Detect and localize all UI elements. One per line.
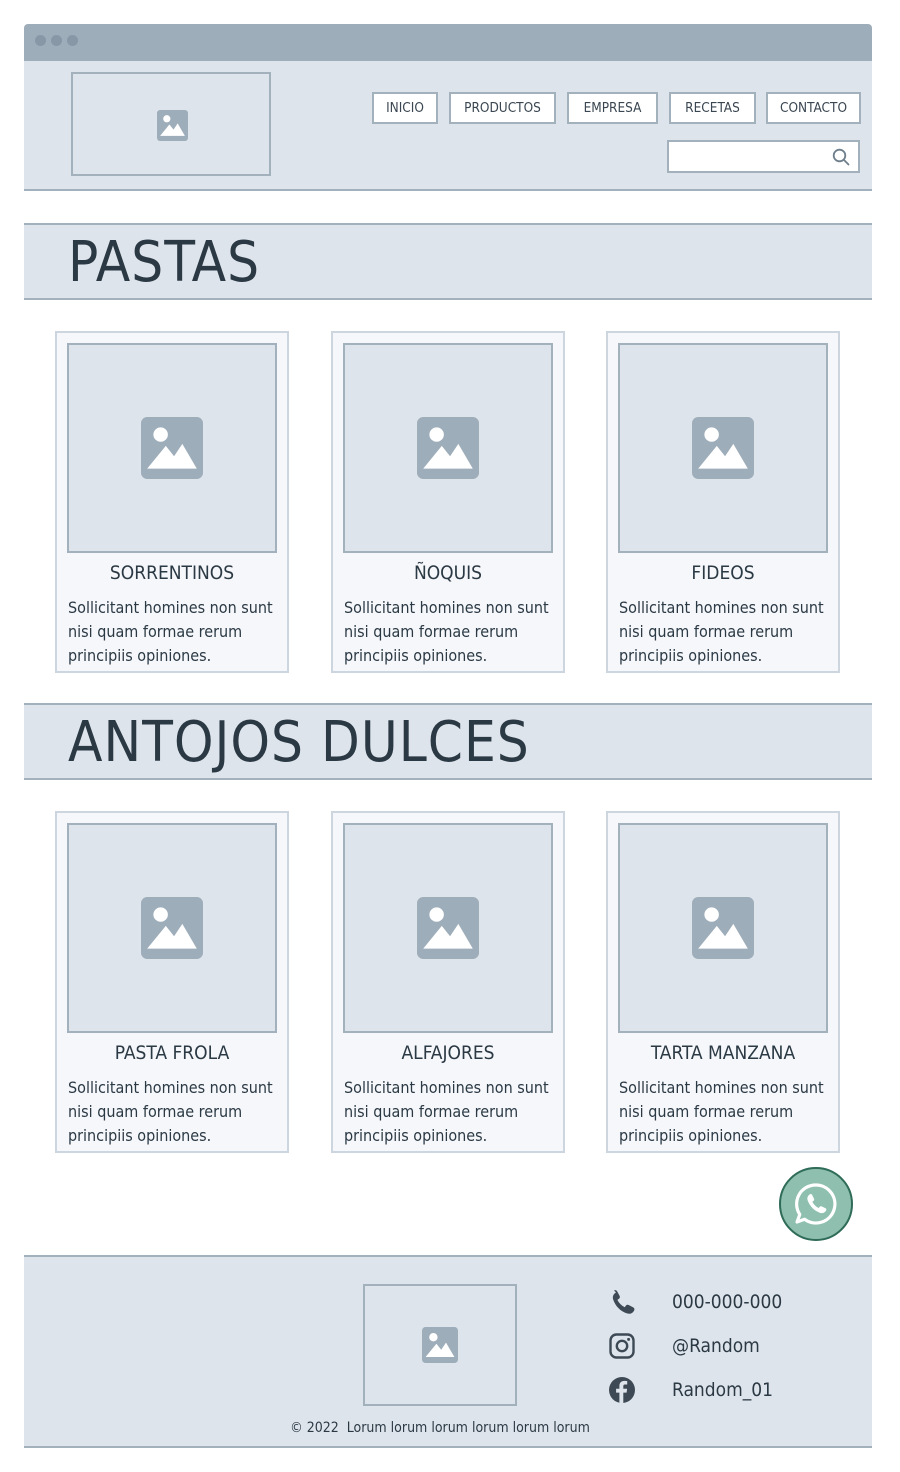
image-placeholder-icon (157, 110, 188, 141)
product-image (67, 343, 277, 553)
browser-window: INICIO PRODUCTOS EMPRESA RECETAS CONTACT… (24, 24, 872, 1448)
product-description: Sollicitant homines non sunt nisi quam f… (619, 598, 824, 665)
product-title: TARTA MANZANA (650, 1042, 796, 1064)
image-placeholder-icon (417, 417, 479, 479)
product-card[interactable]: ÑOQUIS Sollicitant homines non sunt nisi… (331, 331, 565, 673)
search-icon[interactable] (832, 148, 850, 166)
site-footer: 000-000-000 @Random Random_01 © 2022 Lor… (24, 1255, 872, 1448)
image-placeholder-icon (141, 417, 203, 479)
footer-logo[interactable] (363, 1284, 517, 1406)
product-description: Sollicitant homines non sunt nisi quam f… (344, 1078, 549, 1145)
section-header-antojos-dulces: ANTOJOS DULCES (24, 703, 872, 780)
whatsapp-icon (795, 1183, 837, 1225)
product-description: Sollicitant homines non sunt nisi quam f… (344, 598, 549, 665)
product-image (618, 823, 828, 1033)
product-title: SORRENTINOS (109, 562, 235, 584)
product-card[interactable]: PASTA FROLA Sollicitant homines non sunt… (55, 811, 289, 1153)
nav-inicio[interactable]: INICIO (372, 92, 438, 124)
image-placeholder-icon (422, 1327, 458, 1363)
instagram-handle[interactable]: @Random (672, 1335, 760, 1357)
phone-number[interactable]: 000-000-000 (672, 1291, 782, 1313)
product-card[interactable]: TARTA MANZANA Sollicitant homines non su… (606, 811, 840, 1153)
product-description: Sollicitant homines non sunt nisi quam f… (68, 598, 273, 665)
instagram-icon (609, 1333, 635, 1359)
product-description: Sollicitant homines non sunt nisi quam f… (619, 1078, 824, 1145)
product-image (343, 343, 553, 553)
window-dot[interactable] (67, 35, 78, 46)
contact-instagram[interactable]: @Random (608, 1328, 760, 1364)
window-dot[interactable] (35, 35, 46, 46)
product-title: PASTA FROLA (114, 1042, 230, 1064)
search-input[interactable] (675, 142, 829, 172)
nav-contacto[interactable]: CONTACTO (766, 92, 861, 124)
nav-productos[interactable]: PRODUCTOS (449, 92, 556, 124)
product-image (618, 343, 828, 553)
facebook-handle[interactable]: Random_01 (672, 1379, 773, 1401)
contact-phone[interactable]: 000-000-000 (608, 1284, 782, 1320)
section-title: PASTAS (68, 230, 261, 295)
whatsapp-button[interactable] (779, 1167, 853, 1241)
facebook-icon (609, 1377, 635, 1403)
product-description: Sollicitant homines non sunt nisi quam f… (68, 1078, 273, 1145)
section-title: ANTOJOS DULCES (68, 710, 530, 775)
nav-empresa[interactable]: EMPRESA (567, 92, 658, 124)
product-title: FIDEOS (691, 562, 755, 584)
section-header-pastas: PASTAS (24, 223, 872, 300)
nav-recetas[interactable]: RECETAS (669, 92, 756, 124)
contact-facebook[interactable]: Random_01 (608, 1372, 773, 1408)
image-placeholder-icon (417, 897, 479, 959)
product-image (67, 823, 277, 1033)
image-placeholder-icon (692, 417, 754, 479)
image-placeholder-icon (692, 897, 754, 959)
site-logo[interactable] (71, 72, 271, 176)
product-card[interactable]: ALFAJORES Sollicitant homines non sunt n… (331, 811, 565, 1153)
window-dot[interactable] (51, 35, 62, 46)
copyright-text: © 2022 Lorum lorum lorum lorum lorum lor… (290, 1420, 590, 1436)
search-box (667, 140, 860, 173)
window-titlebar (24, 24, 872, 61)
product-title: ALFAJORES (401, 1042, 495, 1064)
product-card[interactable]: SORRENTINOS Sollicitant homines non sunt… (55, 331, 289, 673)
phone-icon (612, 1290, 635, 1314)
product-title: ÑOQUIS (413, 562, 483, 584)
site-header: INICIO PRODUCTOS EMPRESA RECETAS CONTACT… (24, 61, 872, 191)
image-placeholder-icon (141, 897, 203, 959)
product-image (343, 823, 553, 1033)
product-card[interactable]: FIDEOS Sollicitant homines non sunt nisi… (606, 331, 840, 673)
